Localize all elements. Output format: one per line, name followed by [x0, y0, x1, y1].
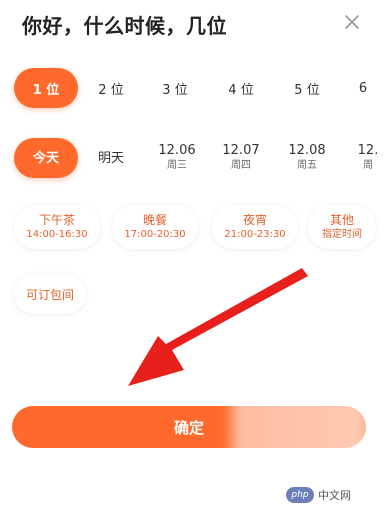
blur-overlay [232, 380, 368, 472]
watermark: php 中文网 [286, 486, 351, 504]
watermark-text: 中文网 [318, 489, 351, 502]
watermark-badge: php [286, 487, 314, 503]
